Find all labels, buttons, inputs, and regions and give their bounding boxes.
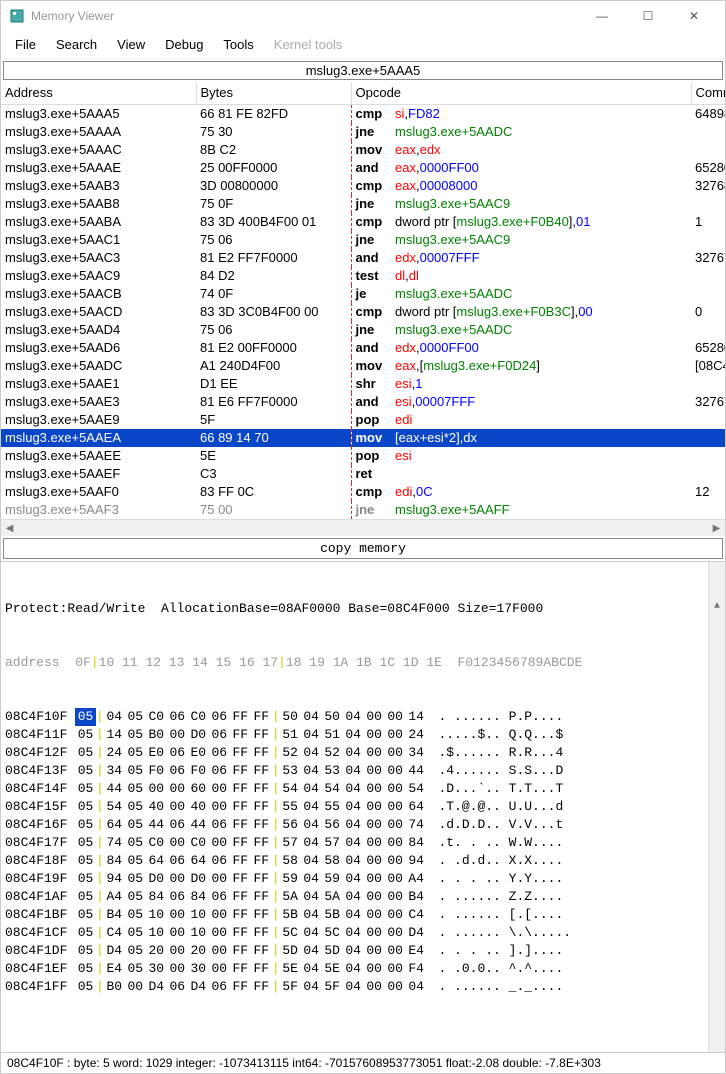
hex-row[interactable]: 08C4F1FF05|B0 00 D4 06 D4 06 FF FF|5F 04… <box>5 978 721 996</box>
window-title: Memory Viewer <box>31 9 114 23</box>
maximize-button[interactable]: ☐ <box>625 9 671 23</box>
menu-view[interactable]: View <box>107 33 155 56</box>
col-address[interactable]: Address <box>1 82 196 105</box>
scroll-left-icon[interactable]: ◀ <box>1 523 18 534</box>
disasm-row[interactable]: mslug3.exe+5AAE381 E6 FF7F0000andesi,000… <box>1 393 725 411</box>
hex-row[interactable]: 08C4F15F05|54 05 40 00 40 00 FF FF|55 04… <box>5 798 721 816</box>
disasm-row[interactable]: mslug3.exe+5AAAC8B C2moveax,edx <box>1 141 725 159</box>
disasm-row[interactable]: mslug3.exe+5AAD475 06jnemslug3.exe+5AADC <box>1 321 725 339</box>
menu-debug[interactable]: Debug <box>155 33 213 56</box>
disasm-row[interactable]: mslug3.exe+5AAE95Fpopedi <box>1 411 725 429</box>
hex-row[interactable]: 08C4F12F05|24 05 E0 06 E0 06 FF FF|52 04… <box>5 744 721 762</box>
menu-file[interactable]: File <box>5 33 46 56</box>
disasm-row[interactable]: mslug3.exe+5AAB33D 00800000cmpeax,000080… <box>1 177 725 195</box>
disasm-row[interactable]: mslug3.exe+5AAEE5Epopesi <box>1 447 725 465</box>
disasm-hscrollbar[interactable]: ◀ ▶ <box>1 519 725 536</box>
hex-row[interactable]: 08C4F1AF05|A4 05 84 06 84 06 FF FF|5A 04… <box>5 888 721 906</box>
close-button[interactable]: ✕ <box>671 9 717 23</box>
app-icon <box>9 8 25 24</box>
hex-row[interactable]: 08C4F16F05|64 05 44 06 44 06 FF FF|56 04… <box>5 816 721 834</box>
disasm-row[interactable]: mslug3.exe+5AABA83 3D 400B4F00 01cmpdwor… <box>1 213 725 231</box>
disasm-row[interactable]: mslug3.exe+5AADCA1 240D4F00moveax,[mslug… <box>1 357 725 375</box>
hex-row[interactable]: 08C4F11F05|14 05 B0 00 D0 06 FF FF|51 04… <box>5 726 721 744</box>
hex-protect-line: Protect:Read/Write AllocationBase=08AF00… <box>5 600 721 618</box>
statusbar: 08C4F10F : byte: 5 word: 1029 integer: -… <box>1 1052 725 1073</box>
hex-panel[interactable]: Protect:Read/Write AllocationBase=08AF00… <box>1 561 725 1052</box>
hex-row[interactable]: 08C4F1BF05|B4 05 10 00 10 00 FF FF|5B 04… <box>5 906 721 924</box>
copy-memory-button[interactable]: copy memory <box>3 538 723 559</box>
disasm-row[interactable]: mslug3.exe+5AAC175 06jnemslug3.exe+5AAC9 <box>1 231 725 249</box>
hex-row[interactable]: 08C4F1CF05|C4 05 10 00 10 00 FF FF|5C 04… <box>5 924 721 942</box>
col-comment[interactable]: Comment <box>691 82 725 105</box>
scroll-right-icon[interactable]: ▶ <box>708 523 725 534</box>
hex-col-header: address 0F|10 11 12 13 14 15 16 17|18 19… <box>5 654 721 672</box>
titlebar: Memory Viewer — ☐ ✕ <box>1 1 725 31</box>
disasm-row[interactable]: mslug3.exe+5AAEFC3ret <box>1 465 725 483</box>
disasm-row[interactable]: mslug3.exe+5AAA566 81 FE 82FDcmpsi,FD826… <box>1 105 725 124</box>
disasm-row[interactable]: mslug3.exe+5AAB875 0Fjnemslug3.exe+5AAC9 <box>1 195 725 213</box>
disasm-row[interactable]: mslug3.exe+5AAF375 00jnemslug3.exe+5AAFF <box>1 501 725 519</box>
hex-row[interactable]: 08C4F14F05|44 05 00 00 60 00 FF FF|54 04… <box>5 780 721 798</box>
disassembly-panel[interactable]: Address Bytes Opcode Comment mslug3.exe+… <box>1 82 725 519</box>
disasm-row[interactable]: mslug3.exe+5AAE1D1 EEshresi,1 <box>1 375 725 393</box>
scroll-up-icon[interactable]: ▲ <box>709 598 725 615</box>
disasm-row[interactable]: mslug3.exe+5AAC984 D2testdl,dl <box>1 267 725 285</box>
menubar: FileSearchViewDebugToolsKernel tools <box>1 31 725 59</box>
disasm-row[interactable]: mslug3.exe+5AAAE25 00FF0000andeax,0000FF… <box>1 159 725 177</box>
hex-row[interactable]: 08C4F10F05|04 05 C0 06 C0 06 FF FF|50 04… <box>5 708 721 726</box>
disasm-row[interactable]: mslug3.exe+5AAD681 E2 00FF0000andedx,000… <box>1 339 725 357</box>
menu-tools[interactable]: Tools <box>213 33 263 56</box>
col-opcode[interactable]: Opcode <box>351 82 691 105</box>
minimize-button[interactable]: — <box>579 9 625 23</box>
hex-row[interactable]: 08C4F18F05|84 05 64 06 64 06 FF FF|58 04… <box>5 852 721 870</box>
disasm-row[interactable]: mslug3.exe+5AACB74 0Fjemslug3.exe+5AADC <box>1 285 725 303</box>
menu-kernel-tools[interactable]: Kernel tools <box>264 33 353 56</box>
address-input[interactable]: mslug3.exe+5AAA5 <box>3 61 723 80</box>
hex-vscrollbar[interactable]: ▲ <box>708 562 725 1052</box>
hex-row[interactable]: 08C4F17F05|74 05 C0 00 C0 00 FF FF|57 04… <box>5 834 721 852</box>
menu-search[interactable]: Search <box>46 33 107 56</box>
hex-row[interactable]: 08C4F13F05|34 05 F0 06 F0 06 FF FF|53 04… <box>5 762 721 780</box>
disasm-row[interactable]: mslug3.exe+5AAAA75 30jnemslug3.exe+5AADC <box>1 123 725 141</box>
disasm-row[interactable]: mslug3.exe+5AAEA66 89 14 70mov[eax+esi*2… <box>1 429 725 447</box>
hex-row[interactable]: 08C4F1DF05|D4 05 20 00 20 00 FF FF|5D 04… <box>5 942 721 960</box>
col-bytes[interactable]: Bytes <box>196 82 351 105</box>
disasm-row[interactable]: mslug3.exe+5AACD83 3D 3C0B4F00 00cmpdwor… <box>1 303 725 321</box>
hex-row[interactable]: 08C4F19F05|94 05 D0 00 D0 00 FF FF|59 04… <box>5 870 721 888</box>
hex-row[interactable]: 08C4F1EF05|E4 05 30 00 30 00 FF FF|5E 04… <box>5 960 721 978</box>
disasm-row[interactable]: mslug3.exe+5AAF083 FF 0Ccmpedi,0C12 <box>1 483 725 501</box>
disasm-row[interactable]: mslug3.exe+5AAC381 E2 FF7F0000andedx,000… <box>1 249 725 267</box>
